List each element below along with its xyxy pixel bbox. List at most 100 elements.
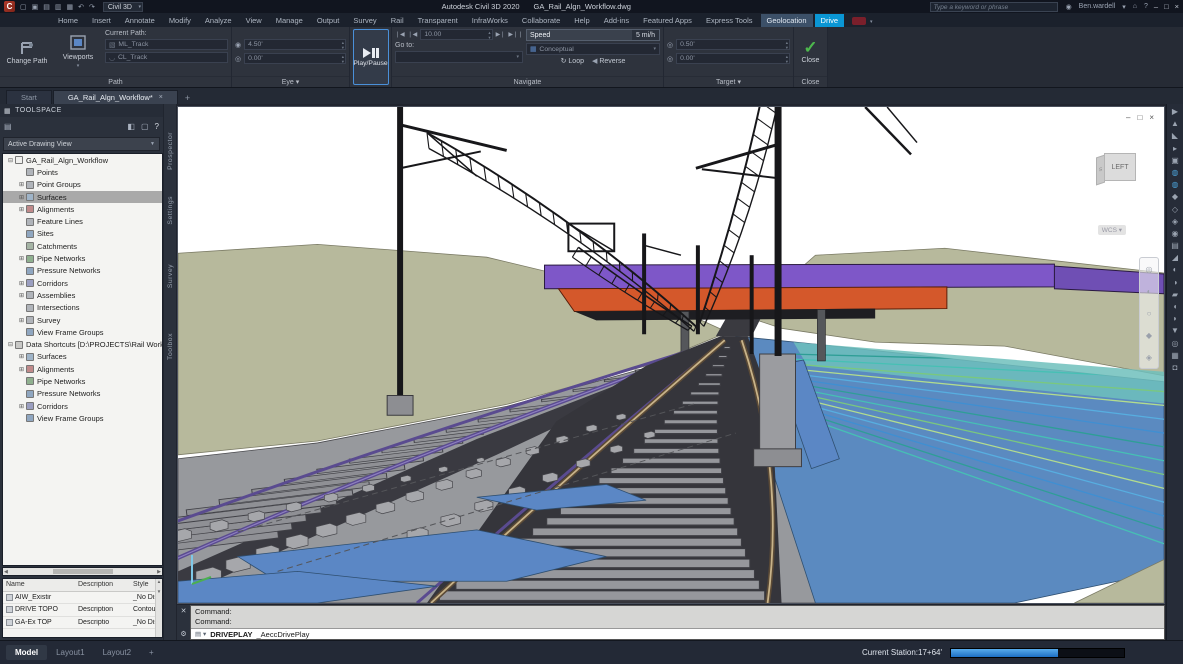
- command-input[interactable]: ▤ ▾ DRIVEPLAY _AeccDrivePlay: [191, 628, 1164, 639]
- tree-expander-icon[interactable]: ⊟: [6, 157, 15, 164]
- palette-icon-11[interactable]: ▤: [1171, 241, 1179, 250]
- tree-item-surfaces[interactable]: ⊞Surfaces: [3, 351, 162, 363]
- side-tab-prospector[interactable]: Prospector: [167, 126, 174, 176]
- palette-icon-3[interactable]: ▸: [1173, 144, 1177, 153]
- qat-icon-0[interactable]: ▢: [20, 3, 27, 11]
- viewcube[interactable]: S LEFT: [1096, 151, 1136, 185]
- step-back-icon[interactable]: ❘◀: [408, 31, 418, 38]
- new-tab-button[interactable]: +: [179, 93, 196, 104]
- tree-item-survey[interactable]: ⊞Survey: [3, 314, 162, 326]
- tree-item-alignments[interactable]: ⊞Alignments: [3, 203, 162, 215]
- qat-icon-1[interactable]: ▣: [32, 3, 39, 11]
- ribbon-tab-drive[interactable]: Drive: [815, 14, 845, 27]
- tree-item-point-groups[interactable]: ⊞Point Groups: [3, 179, 162, 191]
- palette-icon-15[interactable]: ▰: [1172, 290, 1178, 299]
- table-row[interactable]: DRIVE TOPODescriptionContours: [3, 604, 162, 617]
- navbar-icon-1[interactable]: ◐: [1147, 287, 1152, 296]
- item-view-icon[interactable]: ◧: [127, 122, 135, 131]
- tree-item-pipe-networks[interactable]: Pipe Networks: [3, 375, 162, 387]
- ribbon-tab-modify[interactable]: Modify: [163, 14, 197, 27]
- ribbon-tab-transparent[interactable]: Transparent: [412, 14, 464, 27]
- customize-icon[interactable]: ⚙: [180, 630, 186, 638]
- tree-hscrollbar[interactable]: ◀▶: [2, 567, 163, 576]
- palette-icon-8[interactable]: ◇: [1172, 205, 1178, 214]
- palette-icon-9[interactable]: ◈: [1172, 217, 1178, 226]
- station-step-field[interactable]: 10.00▴▾: [420, 29, 492, 40]
- sign-in-icon[interactable]: ◉: [1066, 3, 1072, 11]
- navigation-bar[interactable]: ◎◐○◆◈: [1139, 257, 1159, 369]
- tree-expander-icon[interactable]: ⊞: [17, 206, 26, 213]
- vp-minimize-icon[interactable]: –: [1126, 113, 1130, 122]
- palette-icon-7[interactable]: ◆: [1172, 192, 1178, 201]
- palette-icon-18[interactable]: ▼: [1171, 326, 1179, 335]
- ribbon-tab-infraworks[interactable]: InfraWorks: [466, 14, 514, 27]
- table-row[interactable]: GA-Ex TOPDescriptio_No Disp: [3, 617, 162, 630]
- play-pause-button[interactable]: Play/Pause: [353, 29, 389, 85]
- tree-item-ga-rail-algn-workflow[interactable]: ⊟GA_Rail_Algn_Workflow: [3, 154, 162, 166]
- viewport-3d-scene[interactable]: [178, 107, 1164, 603]
- ribbon-tab-view[interactable]: View: [240, 14, 268, 27]
- loop-button[interactable]: ↻ Loop: [561, 57, 584, 65]
- target-offset-field[interactable]: 0.00'▴▾: [676, 53, 790, 64]
- palette-icon-16[interactable]: ◖: [1173, 302, 1178, 311]
- ribbon-tab-collaborate[interactable]: Collaborate: [516, 14, 566, 27]
- palette-icon-6[interactable]: ◍: [1172, 180, 1179, 189]
- eye-panel-label[interactable]: Eye ▾: [232, 76, 349, 87]
- navbar-icon-0[interactable]: ◎: [1146, 265, 1153, 274]
- side-tab-survey[interactable]: Survey: [167, 258, 174, 294]
- tree-expander-icon[interactable]: ⊞: [17, 280, 26, 287]
- palette-icon-10[interactable]: ◉: [1172, 229, 1179, 238]
- drawing-viewport[interactable]: –□× S LEFT WCS ▾ ◎◐○◆◈: [177, 106, 1165, 604]
- tree-item-data-shortcuts-d-projects-rail-work[interactable]: ⊟Data Shortcuts [D:\PROJECTS\Rail Work..…: [3, 338, 162, 350]
- qat-icon-5[interactable]: ↶: [78, 3, 84, 11]
- close-tab-icon[interactable]: ×: [159, 94, 163, 101]
- palette-icon-14[interactable]: ◑: [1173, 278, 1178, 287]
- close-button[interactable]: ✓ Close: [794, 27, 827, 76]
- tree-expander-icon[interactable]: ⊞: [17, 181, 26, 188]
- tree-item-intersections[interactable]: Intersections: [3, 302, 162, 314]
- help-icon[interactable]: ?: [155, 122, 159, 131]
- tree-item-surfaces[interactable]: ⊞Surfaces: [3, 191, 162, 203]
- tree-expander-icon[interactable]: ⊞: [17, 317, 26, 324]
- center-track-field[interactable]: ◡CL_Track: [105, 52, 228, 63]
- tree-item-corridors[interactable]: ⊞Corridors: [3, 277, 162, 289]
- side-tab-settings[interactable]: Settings: [167, 190, 174, 231]
- column-header-name[interactable]: Name: [3, 581, 75, 588]
- ribbon-tab-rail[interactable]: Rail: [385, 14, 410, 27]
- tree-item-corridors[interactable]: ⊞Corridors: [3, 400, 162, 412]
- drive-progress-bar[interactable]: [950, 648, 1125, 658]
- record-icon[interactable]: [852, 17, 866, 25]
- search-input[interactable]: Type a keyword or phrase: [930, 2, 1058, 12]
- tree-expander-icon[interactable]: ⊞: [17, 194, 26, 201]
- change-path-button[interactable]: Change Path: [3, 29, 51, 74]
- qat-icon-2[interactable]: ▤: [43, 3, 50, 11]
- help-icon[interactable]: ?: [1144, 3, 1148, 10]
- tree-expander-icon[interactable]: ⊞: [17, 255, 26, 262]
- side-tab-toolbox[interactable]: Toolbox: [167, 327, 174, 366]
- target-height-field[interactable]: 0.50'▴▾: [676, 39, 790, 50]
- ribbon-tab-express-tools[interactable]: Express Tools: [700, 14, 759, 27]
- chevron-down-icon[interactable]: ▾: [870, 19, 873, 25]
- minimize-icon[interactable]: –: [1154, 2, 1158, 11]
- tree-item-sites[interactable]: Sites: [3, 228, 162, 240]
- tree-item-view-frame-groups[interactable]: View Frame Groups: [3, 412, 162, 424]
- ribbon-tab-manage[interactable]: Manage: [270, 14, 309, 27]
- store-icon[interactable]: ▾: [1122, 3, 1126, 11]
- close-command-icon[interactable]: ✕: [181, 607, 187, 615]
- palette-icon-12[interactable]: ◢: [1172, 253, 1178, 262]
- palette-icon-0[interactable]: ▶: [1172, 107, 1178, 116]
- tree-expander-icon[interactable]: ⊟: [6, 341, 15, 348]
- qat-icon-4[interactable]: ▦: [67, 3, 74, 11]
- file-tab-start[interactable]: Start: [6, 90, 52, 104]
- target-panel-label[interactable]: Target ▾: [664, 76, 793, 87]
- eye-offset-field[interactable]: 0.00'▴▾: [244, 53, 346, 64]
- ribbon-tab-analyze[interactable]: Analyze: [199, 14, 238, 27]
- wcs-selector[interactable]: WCS ▾: [1098, 225, 1126, 235]
- navbar-icon-4[interactable]: ◈: [1146, 353, 1152, 362]
- autodesk-app-icon[interactable]: ⌂: [1133, 3, 1137, 10]
- file-tab-ga-rail-algn-workflow[interactable]: GA_Rail_Algn_Workflow*×: [53, 90, 178, 104]
- workspace-selector[interactable]: Civil 3D: [103, 2, 143, 12]
- step-end-icon[interactable]: ▶❘❘: [508, 31, 523, 38]
- maximize-icon[interactable]: □: [1164, 2, 1169, 11]
- app-logo-icon[interactable]: C: [4, 1, 15, 12]
